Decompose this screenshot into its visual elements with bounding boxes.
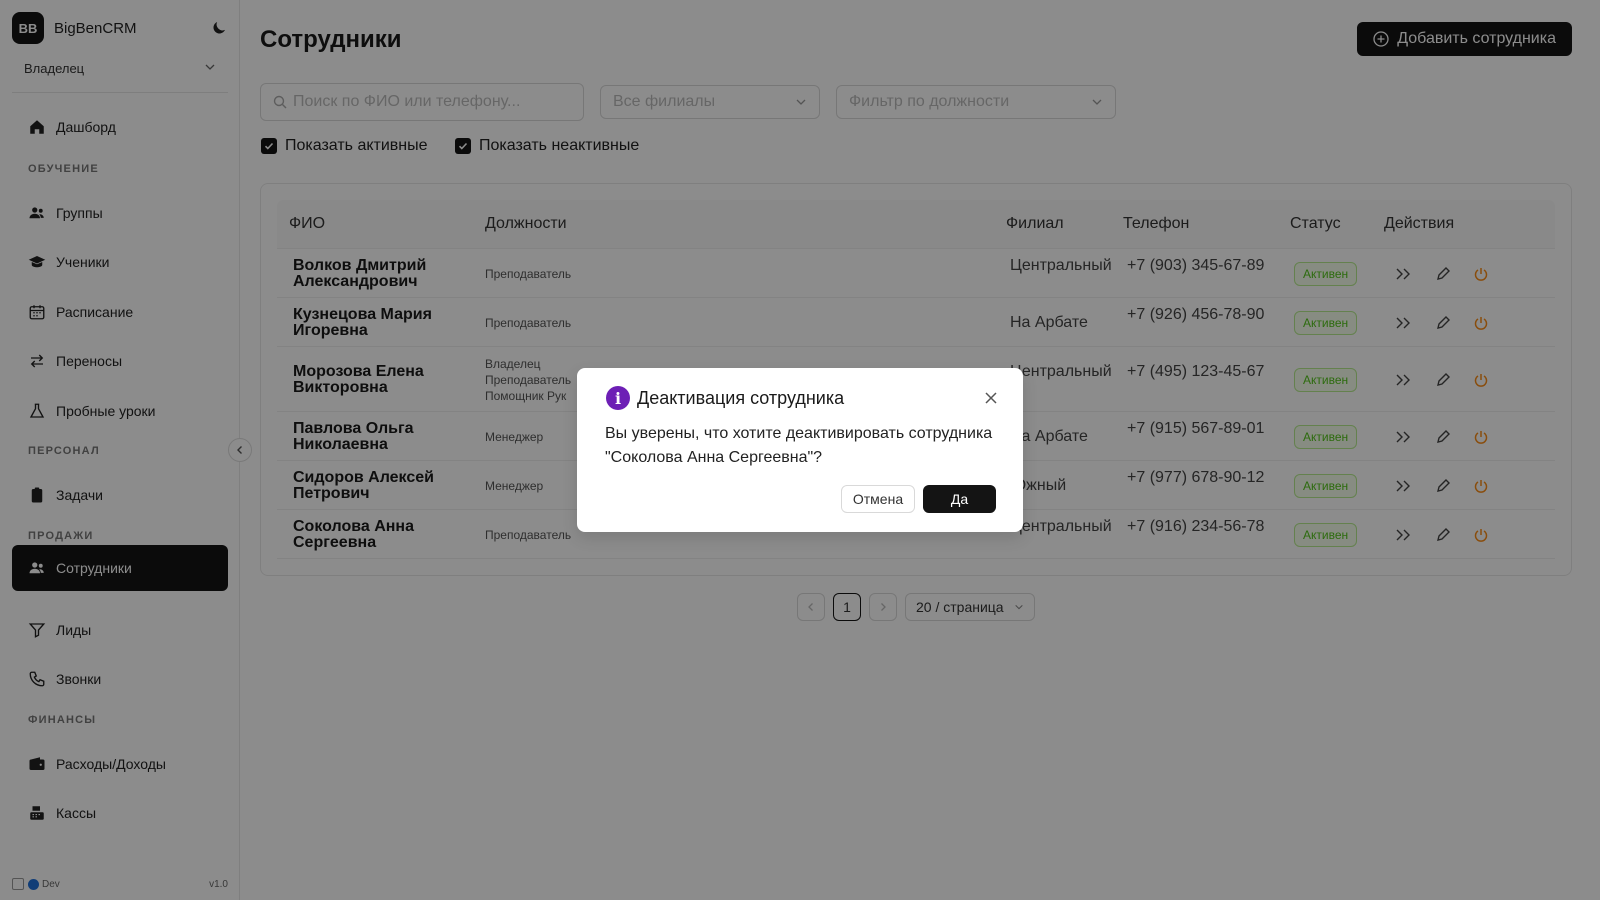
info-icon: i [606, 386, 630, 410]
modal-title: Деактивация сотрудника [637, 388, 845, 408]
deactivate-modal: i Деактивация сотрудника Вы уверены, что… [577, 368, 1023, 532]
close-icon[interactable] [981, 388, 1001, 408]
cancel-button[interactable]: Отмена [841, 485, 915, 513]
modal-message: Вы уверены, что хотите деактивировать со… [605, 425, 993, 466]
confirm-button[interactable]: Да [923, 485, 996, 513]
